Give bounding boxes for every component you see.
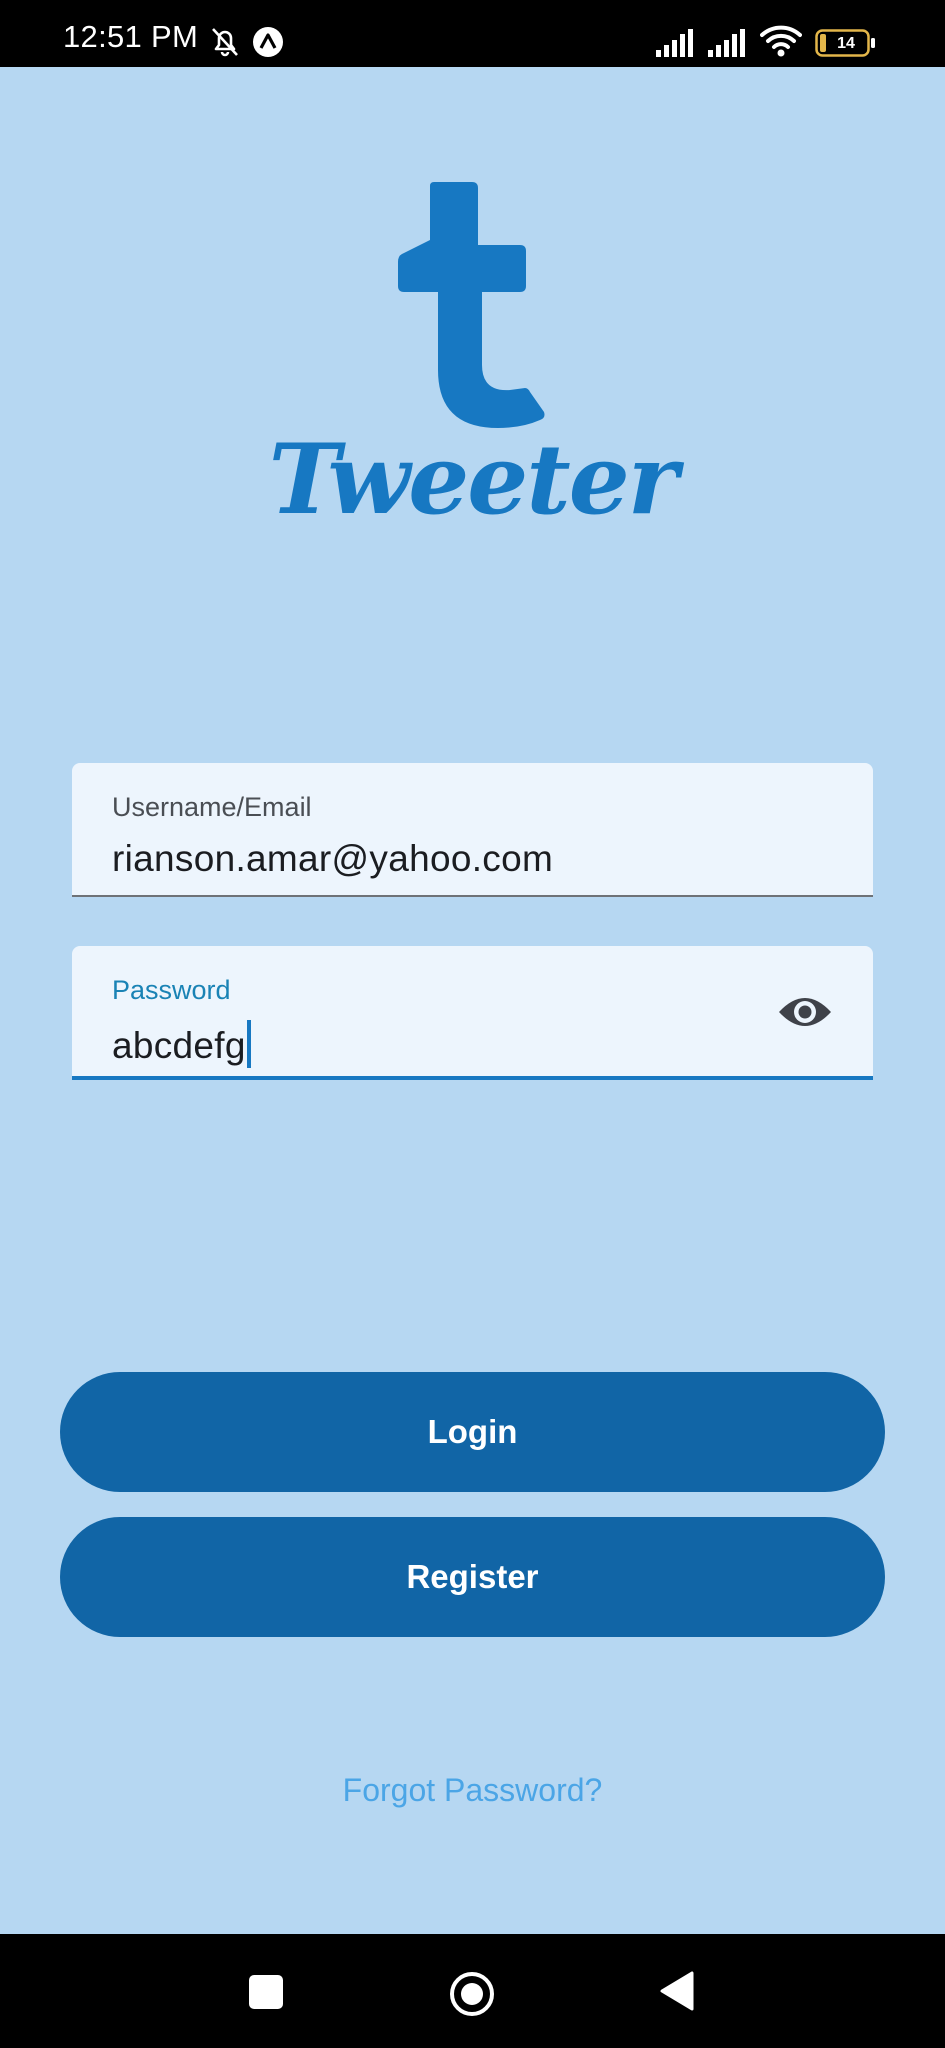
status-bar: 12:51 PM 14 xyxy=(0,0,945,67)
password-field[interactable]: Password abcdefg xyxy=(72,946,873,1080)
register-button[interactable]: Register xyxy=(60,1517,885,1637)
back-icon[interactable] xyxy=(658,1970,696,2012)
text-cursor xyxy=(246,1020,251,1068)
app-name: Tweeter xyxy=(268,423,679,536)
username-field[interactable]: Username/Email rianson.amar@yahoo.com xyxy=(72,763,873,897)
recent-apps-icon[interactable] xyxy=(248,1974,284,2010)
eye-icon[interactable] xyxy=(777,990,833,1034)
signal-icon xyxy=(708,29,745,57)
status-time: 12:51 PM xyxy=(63,19,199,54)
password-input[interactable]: abcdefg xyxy=(112,1020,251,1068)
app-logo-icon xyxy=(398,182,545,428)
home-icon[interactable] xyxy=(448,1970,496,2018)
app-notification-icon xyxy=(253,27,283,57)
forgot-password-link[interactable]: Forgot Password? xyxy=(0,1770,945,1810)
bell-off-icon xyxy=(212,28,238,57)
wifi-icon xyxy=(760,25,802,57)
password-value: abcdefg xyxy=(112,1025,246,1066)
login-button[interactable]: Login xyxy=(60,1372,885,1492)
battery-level: 14 xyxy=(837,35,855,52)
signal-icon xyxy=(656,29,693,57)
password-label: Password xyxy=(112,975,231,1005)
username-label: Username/Email xyxy=(112,792,312,822)
username-input[interactable]: rianson.amar@yahoo.com xyxy=(112,837,553,881)
navigation-bar xyxy=(0,1934,945,2048)
